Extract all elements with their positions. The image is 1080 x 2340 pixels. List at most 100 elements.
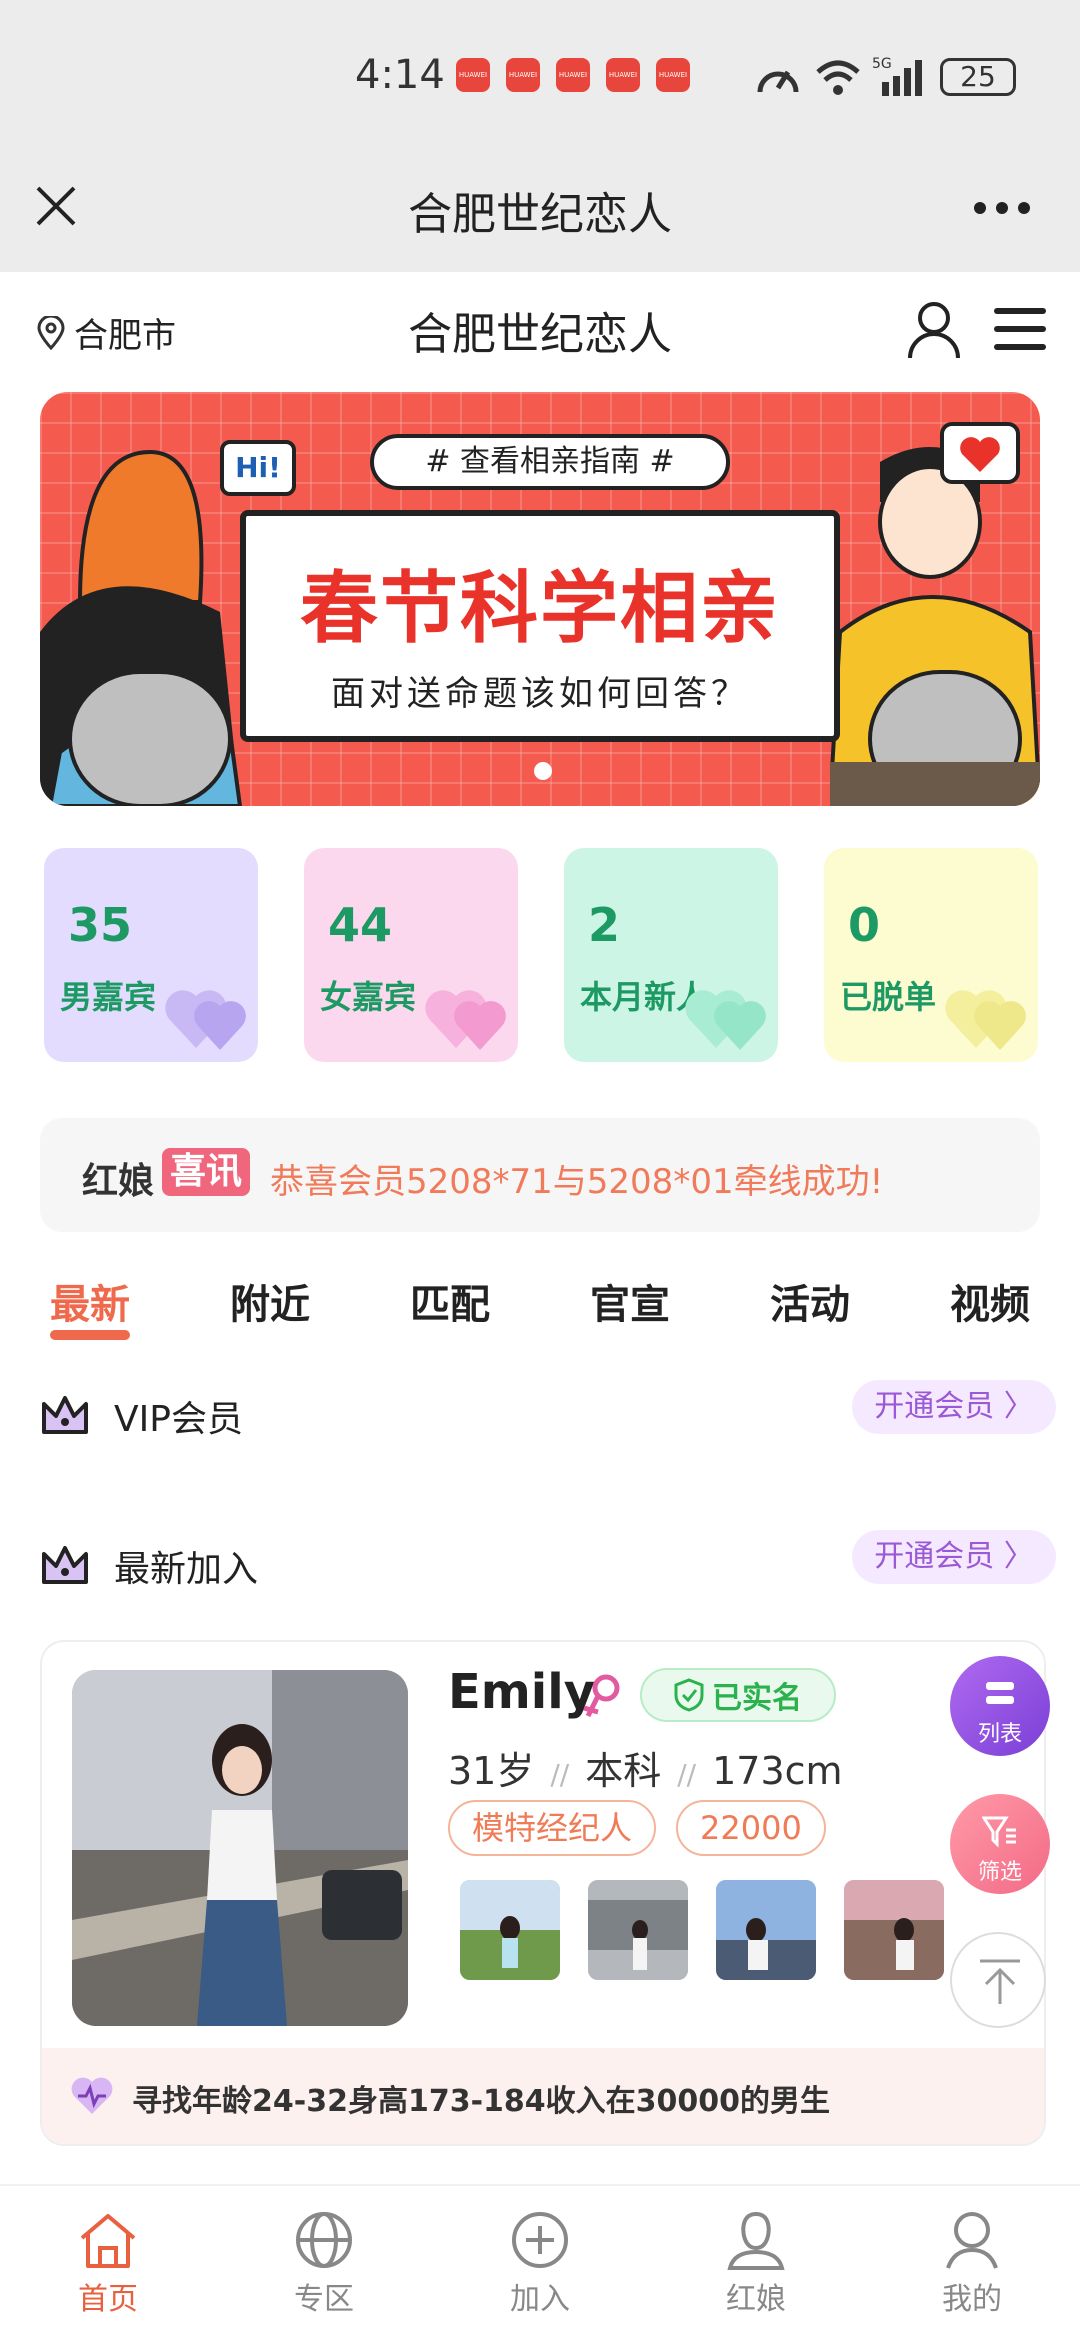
crown-icon [42,1546,88,1584]
section-newest: 最新加入 [40,1540,258,1592]
matchmaker-icon [727,2211,785,2270]
svg-text:5G: 5G [872,56,892,72]
app-notification-icon: HUAWEI [556,58,590,92]
profile-photo[interactable] [72,1670,408,2026]
heart-bubble-icon [940,422,1020,484]
tab-match[interactable]: 匹配 [410,1272,490,1330]
banner-title: 春节科学相亲 [299,564,780,654]
heart-icon [685,990,766,1050]
list-view-button[interactable]: 列表 [950,1656,1050,1756]
stat-label: 女嘉宾 [320,978,417,1016]
menu-icon[interactable] [994,306,1046,352]
nav-matchmaker[interactable]: 红娘 [676,2210,836,2318]
nav-label: 红娘 [726,2282,786,2317]
thumbnail-image [844,1880,944,1980]
shield-check-icon [674,1678,704,1712]
stat-label: 已脱单 [840,978,937,1016]
hi-bubble: Hi! [220,440,296,496]
profile-tag-income: 22000 [676,1800,826,1856]
thumbnail-image [588,1880,688,1980]
nav-mine[interactable]: 我的 [892,2210,1052,2318]
profile-photo-image [72,1670,408,2026]
tab-video[interactable]: 视频 [950,1272,1030,1330]
nav-zone[interactable]: 专区 [244,2210,404,2318]
promo-banner[interactable]: Hi! 春节科学相亲 面对送命题该如何回答？ # 查看相亲指南 # [40,392,1040,806]
active-tab-indicator [50,1330,130,1340]
status-time: 4:14 [355,52,445,98]
more-icon[interactable] [972,200,1032,216]
female-icon [583,1674,620,1718]
app-notification-icon: HUAWEI [606,58,640,92]
stat-male-guests[interactable]: 35 男嘉宾 [44,848,258,1062]
filter-icon [982,1816,1016,1848]
profile-thumbnail[interactable] [460,1880,560,1980]
title-bar: 合肥世纪恋人 [0,160,1080,272]
section-title: 最新加入 [114,1549,259,1590]
profile-thumbnail[interactable] [716,1880,816,1980]
zone-icon [296,2212,352,2268]
stat-female-guests[interactable]: 44 女嘉宾 [304,848,518,1062]
battery-indicator: 25 [940,58,1016,96]
heartbeat-icon [71,2077,113,2114]
profile-tag-occupation: 模特经纪人 [448,1800,657,1856]
scroll-to-top-button[interactable] [950,1932,1046,2028]
stat-value: 0 [848,898,881,952]
news-ticker[interactable]: 红娘 喜讯 恭喜会员5208*71与5208*01牵线成功! [40,1118,1040,1232]
arrow-up-icon [980,1959,1020,2004]
banner-tag: # 查看相亲指南 # [370,434,730,490]
tab-activity[interactable]: 活动 [770,1272,850,1330]
profile-height: 173cm [712,1749,843,1793]
news-label: 红娘 [82,1161,155,1202]
heart-icon [945,990,1026,1050]
window-title: 合肥世纪恋人 [408,189,672,240]
news-message: 恭喜会员5208*71与5208*01牵线成功! [270,1162,884,1202]
profile-card[interactable]: Emily 已实名 31岁 // 本科 // 173cm 模特经纪人 22000 寻找年… [40,1640,1046,2146]
thumbnail-image [460,1880,560,1980]
thumbnail-image [716,1880,816,1980]
carousel-indicator[interactable] [534,762,552,780]
profile-thumbnail[interactable] [844,1880,944,1980]
category-tabs: 最新 附近 匹配 官宣 活动 视频 [0,1262,1080,1342]
profile-name: Emily [448,1664,595,1720]
app-notification-icon: HUAWEI [506,58,540,92]
tab-nearby[interactable]: 附近 [230,1272,310,1330]
separator: // [677,1758,697,1791]
user-icon[interactable] [906,300,962,360]
status-bar: 4:14 HUAWEI HUAWEI HUAWEI HUAWEI HUAWEI … [0,0,1080,160]
stat-matched[interactable]: 0 已脱单 [824,848,1038,1062]
profile-education: 本科 [585,1749,662,1793]
plus-circle-icon [512,2212,568,2268]
list-label: 列表 [977,1722,1022,1747]
nav-home[interactable]: 首页 [28,2210,188,2318]
app-notification-icon: HUAWEI [456,58,490,92]
section-title: VIP会员 [114,1399,243,1440]
open-membership-button[interactable]: 开通会员 〉 [852,1530,1056,1584]
banner-subtitle: 面对送命题该如何回答？ [331,674,749,714]
tab-official[interactable]: 官宣 [590,1272,670,1330]
seeking-banner: 寻找年龄24-32身高173-184收入在30000的男生 [42,2048,1044,2144]
nav-label: 专区 [294,2282,354,2317]
bottom-navigation: 首页 专区 加入 红娘 我的 [0,2184,1080,2340]
filter-button[interactable]: 筛选 [950,1794,1050,1894]
nav-label: 我的 [942,2282,1002,2317]
home-icon [80,2214,136,2268]
verified-label: 已实名 [712,1681,802,1716]
open-membership-button[interactable]: 开通会员 〉 [852,1380,1056,1434]
profile-icon [946,2212,998,2269]
heart-icon [165,990,246,1050]
stat-label: 男嘉宾 [60,978,157,1016]
profile-thumbnail[interactable] [588,1880,688,1980]
heart-icon [425,990,506,1050]
section-vip: VIP会员 [40,1390,243,1442]
seeking-text: 寻找年龄24-32身高173-184收入在30000的男生 [132,2084,831,2119]
verified-badge: 已实名 [640,1668,836,1722]
stat-value: 2 [588,898,621,952]
profile-info: 31岁 // 本科 // 173cm [448,1740,843,1795]
nav-join[interactable]: 加入 [460,2210,620,2318]
nav-label: 首页 [78,2282,138,2317]
tab-latest[interactable]: 最新 [50,1272,130,1330]
stat-value: 44 [328,898,393,952]
nav-label: 加入 [510,2282,570,2317]
news-badge: 喜讯 [162,1148,251,1196]
stat-new-this-month[interactable]: 2 本月新人 [564,848,778,1062]
